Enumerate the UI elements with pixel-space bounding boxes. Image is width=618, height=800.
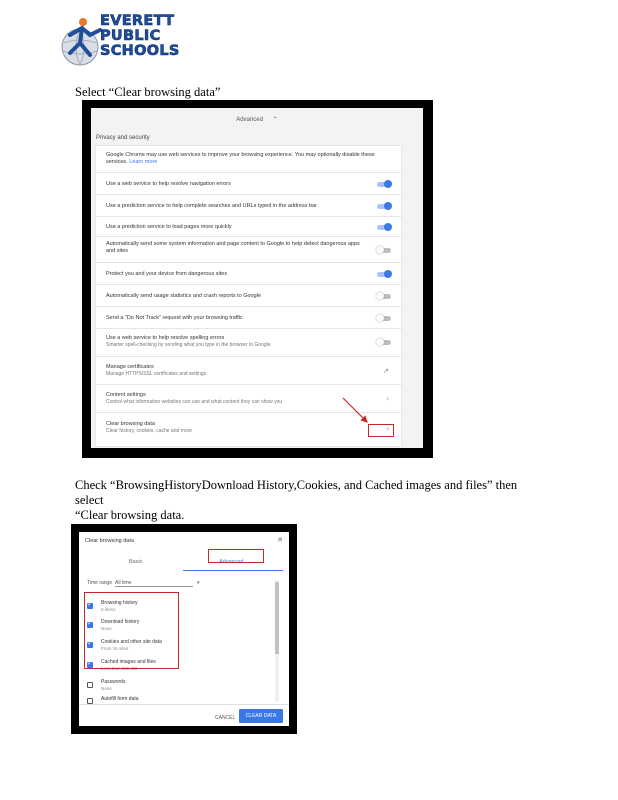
toggle-switch[interactable]	[377, 202, 392, 210]
dialog-title: Clear browsing data	[85, 538, 134, 544]
settings-screenshot: Advanced ⌃ Privacy and security Google C…	[82, 100, 433, 458]
toggle-switch[interactable]	[377, 223, 392, 231]
settings-row[interactable]: Use a web service to help resolve spelli…	[96, 328, 401, 356]
close-icon[interactable]: ✕	[277, 536, 283, 544]
checkbox-passwords[interactable]	[87, 682, 93, 688]
settings-row[interactable]: Automatically send some system informati…	[96, 236, 401, 262]
highlight-box-advanced-tab	[208, 549, 264, 563]
logo-line-1: EVERETT	[100, 13, 175, 29]
step2-instruction: Check “BrowsingHistoryDownload History,C…	[75, 478, 535, 523]
time-range-label: Time range	[87, 580, 113, 586]
row-title: Use a web service to help resolve spelli…	[106, 335, 225, 341]
cancel-button[interactable]: CANCEL	[215, 715, 235, 721]
toggle-switch[interactable]	[377, 270, 392, 278]
toggle-switch[interactable]	[376, 338, 391, 346]
toggle-switch[interactable]	[377, 180, 392, 188]
row-subtitle: Manage HTTPS/SSL certificates and settin…	[106, 371, 207, 377]
row-subtitle: Clear history, cookies, cache and more	[106, 428, 193, 434]
item-title: Passwords	[101, 679, 126, 685]
dropdown-arrow-icon: ▾	[197, 580, 200, 586]
logo-line-3: SCHOOLS	[100, 43, 180, 59]
logo-wordmark: EVERETT PUBLIC SCHOOLS	[100, 13, 192, 59]
scrollbar[interactable]	[275, 580, 279, 702]
row-title: Automatically send usage statistics and …	[106, 293, 261, 299]
toggle-switch[interactable]	[376, 314, 391, 322]
tab-basic[interactable]: Basic	[129, 559, 142, 565]
item-title: Autofill form data	[101, 696, 139, 702]
advanced-toggle[interactable]: Advanced ⌃	[91, 116, 423, 123]
highlight-box-checked-items	[84, 592, 179, 669]
learn-more-link[interactable]: Learn more	[129, 159, 157, 165]
settings-row[interactable]: Protect you and your device from dangero…	[96, 262, 401, 284]
row-title: Automatically send some system informati…	[106, 241, 360, 254]
district-logo: EVERETT PUBLIC SCHOOLS	[60, 13, 190, 67]
section-title: Privacy and security	[96, 135, 150, 141]
step1-instruction: Select “Clear browsing data”	[75, 85, 221, 99]
row-title: Content settings	[106, 392, 146, 398]
row-title: Use a prediction service to load pages m…	[106, 224, 232, 230]
row-subtitle: Smarter spell-checking by sending what y…	[106, 342, 271, 348]
chevron-right-icon: ›	[386, 395, 389, 403]
row-title: Manage certificates	[106, 364, 154, 370]
settings-row[interactable]: Send a "Do Not Track" request with your …	[96, 306, 401, 328]
settings-row[interactable]: Automatically send usage statistics and …	[96, 284, 401, 306]
toggle-switch[interactable]	[376, 246, 391, 254]
row-subtitle: Control what information websites can us…	[106, 399, 283, 405]
step2-instruction-line2: “Clear browsing data.	[75, 508, 185, 522]
settings-row[interactable]: Use a web service to help resolve naviga…	[96, 172, 401, 194]
globe-runner-icon	[61, 18, 102, 66]
external-link-icon: ↗	[383, 367, 389, 375]
settings-row-certificates[interactable]: Manage certificates Manage HTTPS/SSL cer…	[96, 356, 401, 384]
row-title: Protect you and your device from dangero…	[106, 271, 228, 277]
time-range-select[interactable]: All time	[115, 580, 193, 587]
clear-data-button[interactable]: CLEAR DATA	[239, 709, 283, 723]
item-subtitle: None	[101, 686, 112, 691]
advanced-label: Advanced	[236, 117, 263, 123]
settings-row[interactable]: Use a prediction service to load pages m…	[96, 216, 401, 236]
step2-instruction-line1: Check “BrowsingHistoryDownload History,C…	[75, 478, 518, 507]
row-title: Send a "Do Not Track" request with your …	[106, 315, 243, 321]
toggle-switch[interactable]	[376, 292, 391, 300]
highlight-box-chevron	[368, 424, 394, 437]
row-title: Clear browsing data	[106, 421, 155, 427]
scrollbar-thumb[interactable]	[275, 582, 279, 654]
settings-row[interactable]: Use a prediction service to help complet…	[96, 194, 401, 216]
chevron-up-icon: ⌃	[272, 117, 278, 123]
logo-line-2: PUBLIC	[100, 28, 161, 44]
row-title: Use a prediction service to help complet…	[106, 203, 317, 209]
row-title: Use a web service to help resolve naviga…	[106, 181, 231, 187]
footer-divider	[79, 704, 289, 705]
active-tab-indicator	[183, 570, 283, 571]
privacy-intro-row: Google Chrome may use web services to im…	[96, 146, 401, 172]
